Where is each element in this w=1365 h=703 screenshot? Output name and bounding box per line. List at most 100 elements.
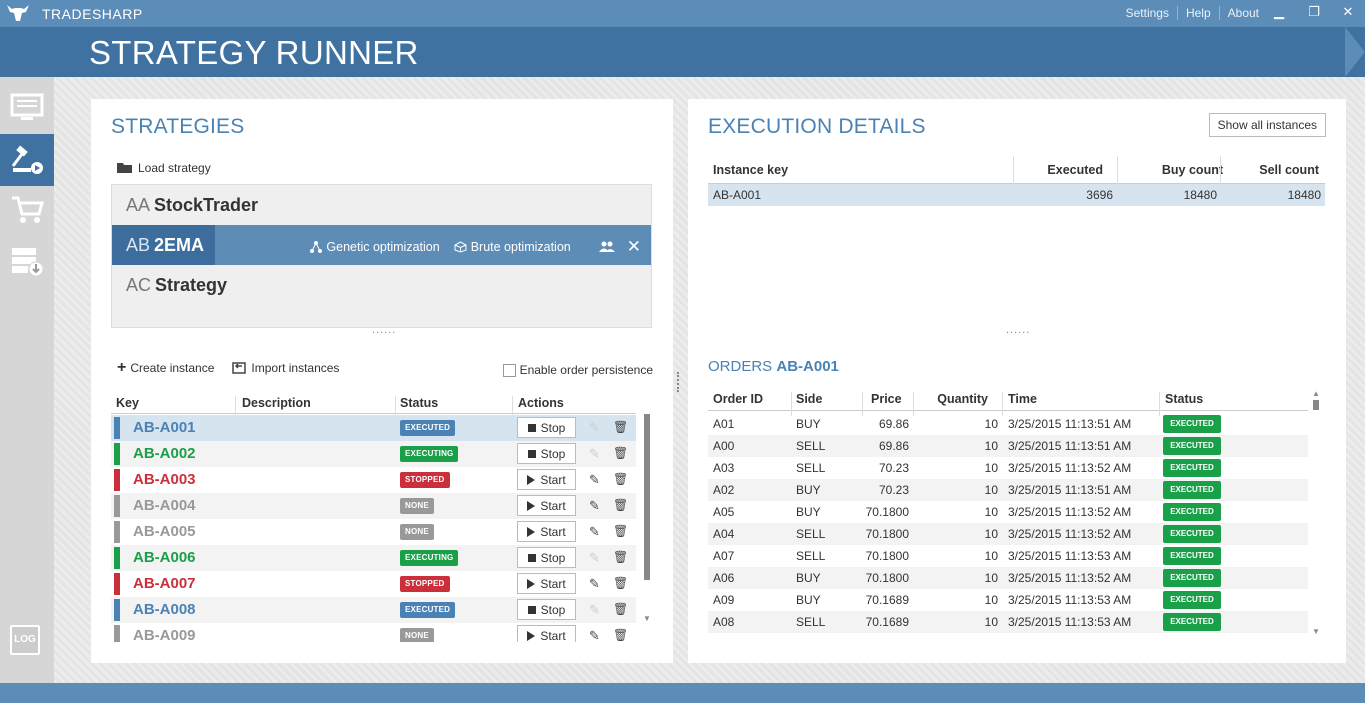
- import-instances-label: Import instances: [251, 361, 340, 375]
- close-button[interactable]: ✕: [1340, 4, 1356, 22]
- edit-icon[interactable]: ✎: [589, 498, 600, 514]
- panel-splitter-grip[interactable]: [677, 372, 681, 392]
- edit-icon[interactable]: ✎: [589, 576, 600, 592]
- instance-row[interactable]: AB-A007 STOPPED Start ✎ 🗑: [111, 571, 636, 597]
- instance-stop-button[interactable]: Stop: [517, 417, 576, 438]
- instance-row[interactable]: AB-A008 EXECUTED Stop ✎ 🗑: [111, 597, 636, 623]
- col-order-status[interactable]: Status: [1165, 392, 1203, 406]
- delete-icon[interactable]: 🗑: [613, 550, 628, 564]
- restore-button[interactable]: ❐: [1306, 4, 1322, 22]
- genetic-optimization-button[interactable]: Genetic optimization: [310, 240, 440, 254]
- server-download-icon[interactable]: [9, 245, 45, 277]
- col-description[interactable]: Description: [242, 396, 311, 410]
- delete-icon[interactable]: 🗑: [613, 602, 628, 616]
- col-buy-count[interactable]: Buy count: [1162, 163, 1223, 177]
- delete-icon[interactable]: 🗑: [613, 446, 628, 460]
- order-row[interactable]: A04 SELL 70.1800 10 3/25/2015 11:13:52 AM EXE…: [708, 523, 1308, 545]
- scroll-down-icon[interactable]: ▼: [643, 614, 651, 623]
- order-row[interactable]: A00 SELL 69.86 10 3/25/2015 11:13:51 AM EXECU…: [708, 435, 1308, 457]
- order-row[interactable]: A09 BUY 70.1689 10 3/25/2015 11:13:53 AM EXEC…: [708, 589, 1308, 611]
- scroll-down-icon[interactable]: ▼: [1312, 627, 1320, 636]
- show-all-instances-button[interactable]: Show all instances: [1208, 113, 1326, 137]
- scroll-up-icon[interactable]: ▲: [1312, 389, 1320, 398]
- edit-icon[interactable]: ✎: [589, 628, 600, 642]
- delete-icon[interactable]: 🗑: [613, 498, 628, 512]
- instance-stop-button[interactable]: Stop: [517, 547, 576, 568]
- col-actions[interactable]: Actions: [518, 396, 564, 410]
- brute-optimization-button[interactable]: Brute optimization: [454, 240, 571, 254]
- instance-start-button[interactable]: Start: [517, 625, 576, 642]
- order-persistence-toggle[interactable]: Enable order persistence: [502, 363, 653, 377]
- edit-icon[interactable]: ✎: [589, 524, 600, 540]
- col-side[interactable]: Side: [796, 392, 822, 406]
- col-sell-count[interactable]: Sell count: [1259, 163, 1319, 177]
- import-instances-button[interactable]: Import instances: [232, 361, 339, 375]
- col-order-id[interactable]: Order ID: [713, 392, 763, 406]
- order-row[interactable]: A07 SELL 70.1800 10 3/25/2015 11:13:53 AM EXE…: [708, 545, 1308, 567]
- instance-row[interactable]: AB-A005 NONE Start ✎ 🗑: [111, 519, 636, 545]
- order-time: 3/25/2015 11:13:53 AM: [1008, 593, 1132, 607]
- order-row[interactable]: A01 BUY 69.86 10 3/25/2015 11:13:51 AM EXECUT…: [708, 413, 1308, 435]
- col-instance-key[interactable]: Instance key: [713, 163, 788, 177]
- instance-row[interactable]: AB-A001 EXECUTED Stop ✎ 🗑: [111, 415, 636, 441]
- delete-icon[interactable]: 🗑: [613, 576, 628, 590]
- cart-icon[interactable]: [9, 194, 45, 226]
- order-row[interactable]: A06 BUY 70.1800 10 3/25/2015 11:13:52 AM EXEC…: [708, 567, 1308, 589]
- order-row[interactable]: A08 SELL 70.1689 10 3/25/2015 11:13:53 AM EXE…: [708, 611, 1308, 633]
- persistence-checkbox[interactable]: [502, 363, 516, 377]
- order-row[interactable]: A03 SELL 70.23 10 3/25/2015 11:13:52 AM EXECU…: [708, 457, 1308, 479]
- instance-start-button[interactable]: Start: [517, 469, 576, 490]
- scrollbar-thumb[interactable]: [644, 414, 650, 580]
- minimize-button[interactable]: ▁: [1271, 4, 1287, 22]
- strategy-item[interactable]: AC Strategy: [112, 265, 651, 305]
- splitter-grip[interactable]: ......: [372, 324, 396, 336]
- instance-start-button[interactable]: Start: [517, 495, 576, 516]
- log-icon[interactable]: LOG: [10, 625, 40, 655]
- instance-row[interactable]: AB-A002 EXECUTING Stop ✎ 🗑: [111, 441, 636, 467]
- delete-icon[interactable]: 🗑: [613, 420, 628, 434]
- settings-link[interactable]: Settings: [1118, 6, 1177, 20]
- order-time: 3/25/2015 11:13:51 AM: [1008, 439, 1132, 453]
- delete-icon[interactable]: 🗑: [613, 524, 628, 538]
- execution-row[interactable]: AB-A001 3696 18480 18480: [708, 184, 1325, 206]
- close-strategy-icon[interactable]: ✕: [627, 237, 641, 257]
- edit-icon[interactable]: ✎: [589, 472, 600, 488]
- strategy-item[interactable]: AA StockTrader: [112, 185, 651, 225]
- delete-icon[interactable]: 🗑: [613, 472, 628, 486]
- help-link[interactable]: Help: [1176, 6, 1219, 20]
- col-status[interactable]: Status: [400, 396, 438, 410]
- instance-row[interactable]: AB-A006 EXECUTING Stop ✎ 🗑: [111, 545, 636, 571]
- splitter-grip[interactable]: ......: [1006, 324, 1030, 336]
- instance-row[interactable]: AB-A004 NONE Start ✎ 🗑: [111, 493, 636, 519]
- col-quantity[interactable]: Quantity: [937, 392, 988, 406]
- instance-stop-button[interactable]: Stop: [517, 599, 576, 620]
- instance-start-button[interactable]: Start: [517, 521, 576, 542]
- load-strategy-button[interactable]: Load strategy: [117, 161, 211, 175]
- strategy-item-selected[interactable]: AB 2EMA Genetic optimization Brute optimi…: [112, 225, 651, 265]
- execution-title: EXECUTION DETAILS: [708, 115, 926, 138]
- orders-scrollbar[interactable]: ▲ ▼: [1311, 387, 1321, 641]
- instance-row[interactable]: AB-A009 NONE Start ✎ 🗑: [111, 623, 636, 642]
- order-quantity: 10: [984, 571, 998, 585]
- edit-icon[interactable]: ✎: [589, 420, 600, 436]
- order-row[interactable]: A02 BUY 70.23 10 3/25/2015 11:13:51 AM EXECUT…: [708, 479, 1308, 501]
- instance-start-button[interactable]: Start: [517, 573, 576, 594]
- sidebar-item-strategy-runner[interactable]: [0, 134, 68, 186]
- about-link[interactable]: About: [1218, 6, 1267, 20]
- create-instance-button[interactable]: + Create instance: [117, 360, 214, 376]
- col-price[interactable]: Price: [871, 392, 902, 406]
- order-row[interactable]: A05 BUY 70.1800 10 3/25/2015 11:13:52 AM EXEC…: [708, 501, 1308, 523]
- users-icon[interactable]: [598, 241, 615, 253]
- edit-icon[interactable]: ✎: [589, 550, 600, 566]
- instance-row[interactable]: AB-A003 STOPPED Start ✎ 🗑: [111, 467, 636, 493]
- instance-stop-button[interactable]: Stop: [517, 443, 576, 464]
- delete-icon[interactable]: 🗑: [613, 628, 628, 642]
- col-executed[interactable]: Executed: [1047, 163, 1103, 177]
- col-key[interactable]: Key: [116, 396, 139, 410]
- scrollbar-thumb[interactable]: [1313, 400, 1319, 410]
- edit-icon[interactable]: ✎: [589, 602, 600, 618]
- monitor-icon[interactable]: [9, 91, 45, 123]
- instances-scrollbar[interactable]: ▼: [642, 414, 652, 642]
- edit-icon[interactable]: ✎: [589, 446, 600, 462]
- col-time[interactable]: Time: [1008, 392, 1037, 406]
